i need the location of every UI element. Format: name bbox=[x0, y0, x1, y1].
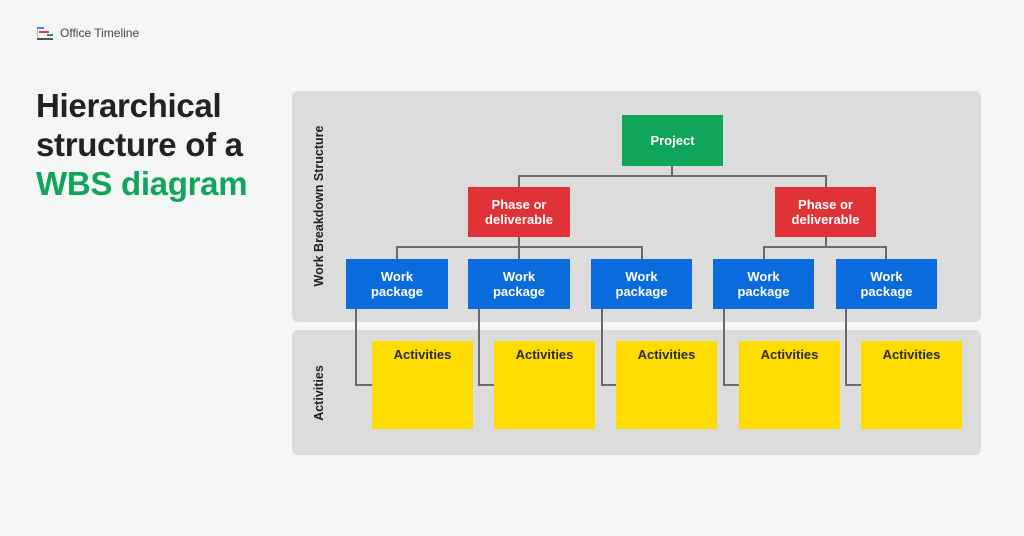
connector-line bbox=[396, 246, 398, 259]
phase-node: Phase or deliverable bbox=[468, 187, 570, 237]
activities-node: Activities bbox=[494, 341, 595, 429]
connector-line bbox=[518, 175, 520, 187]
connector-line bbox=[763, 246, 887, 248]
brand: Office Timeline bbox=[36, 26, 139, 40]
connector-line bbox=[601, 384, 616, 386]
work-package-node: Work package bbox=[591, 259, 692, 309]
title-line-1: Hierarchical bbox=[36, 87, 222, 124]
connector-line bbox=[763, 246, 765, 259]
activities-node: Activities bbox=[372, 341, 473, 429]
title-accent: WBS diagram bbox=[36, 165, 248, 202]
connector-line bbox=[518, 175, 826, 177]
office-timeline-logo-icon bbox=[36, 26, 54, 40]
connector-line bbox=[355, 384, 372, 386]
connector-line bbox=[845, 309, 847, 385]
connector-line bbox=[845, 384, 861, 386]
connector-line bbox=[641, 246, 643, 259]
connector-line bbox=[825, 175, 827, 187]
project-node: Project bbox=[622, 115, 723, 166]
activities-node: Activities bbox=[616, 341, 717, 429]
connector-line bbox=[478, 384, 494, 386]
brand-name: Office Timeline bbox=[60, 26, 140, 40]
phase-node: Phase or deliverable bbox=[775, 187, 876, 237]
connector-line bbox=[478, 309, 480, 385]
work-package-node: Work package bbox=[836, 259, 937, 309]
connector-line bbox=[518, 246, 520, 259]
page-title: Hierarchical structure of a WBS diagram bbox=[36, 86, 248, 203]
connector-line bbox=[885, 246, 887, 259]
work-package-node: Work package bbox=[468, 259, 570, 309]
connector-line bbox=[723, 384, 739, 386]
connector-line bbox=[723, 309, 725, 385]
activities-node: Activities bbox=[861, 341, 962, 429]
work-package-node: Work package bbox=[713, 259, 814, 309]
connector-line bbox=[601, 309, 603, 385]
title-line-2: structure of a bbox=[36, 126, 243, 163]
connector-line bbox=[355, 309, 357, 385]
work-package-node: Work package bbox=[346, 259, 448, 309]
activities-node: Activities bbox=[739, 341, 840, 429]
